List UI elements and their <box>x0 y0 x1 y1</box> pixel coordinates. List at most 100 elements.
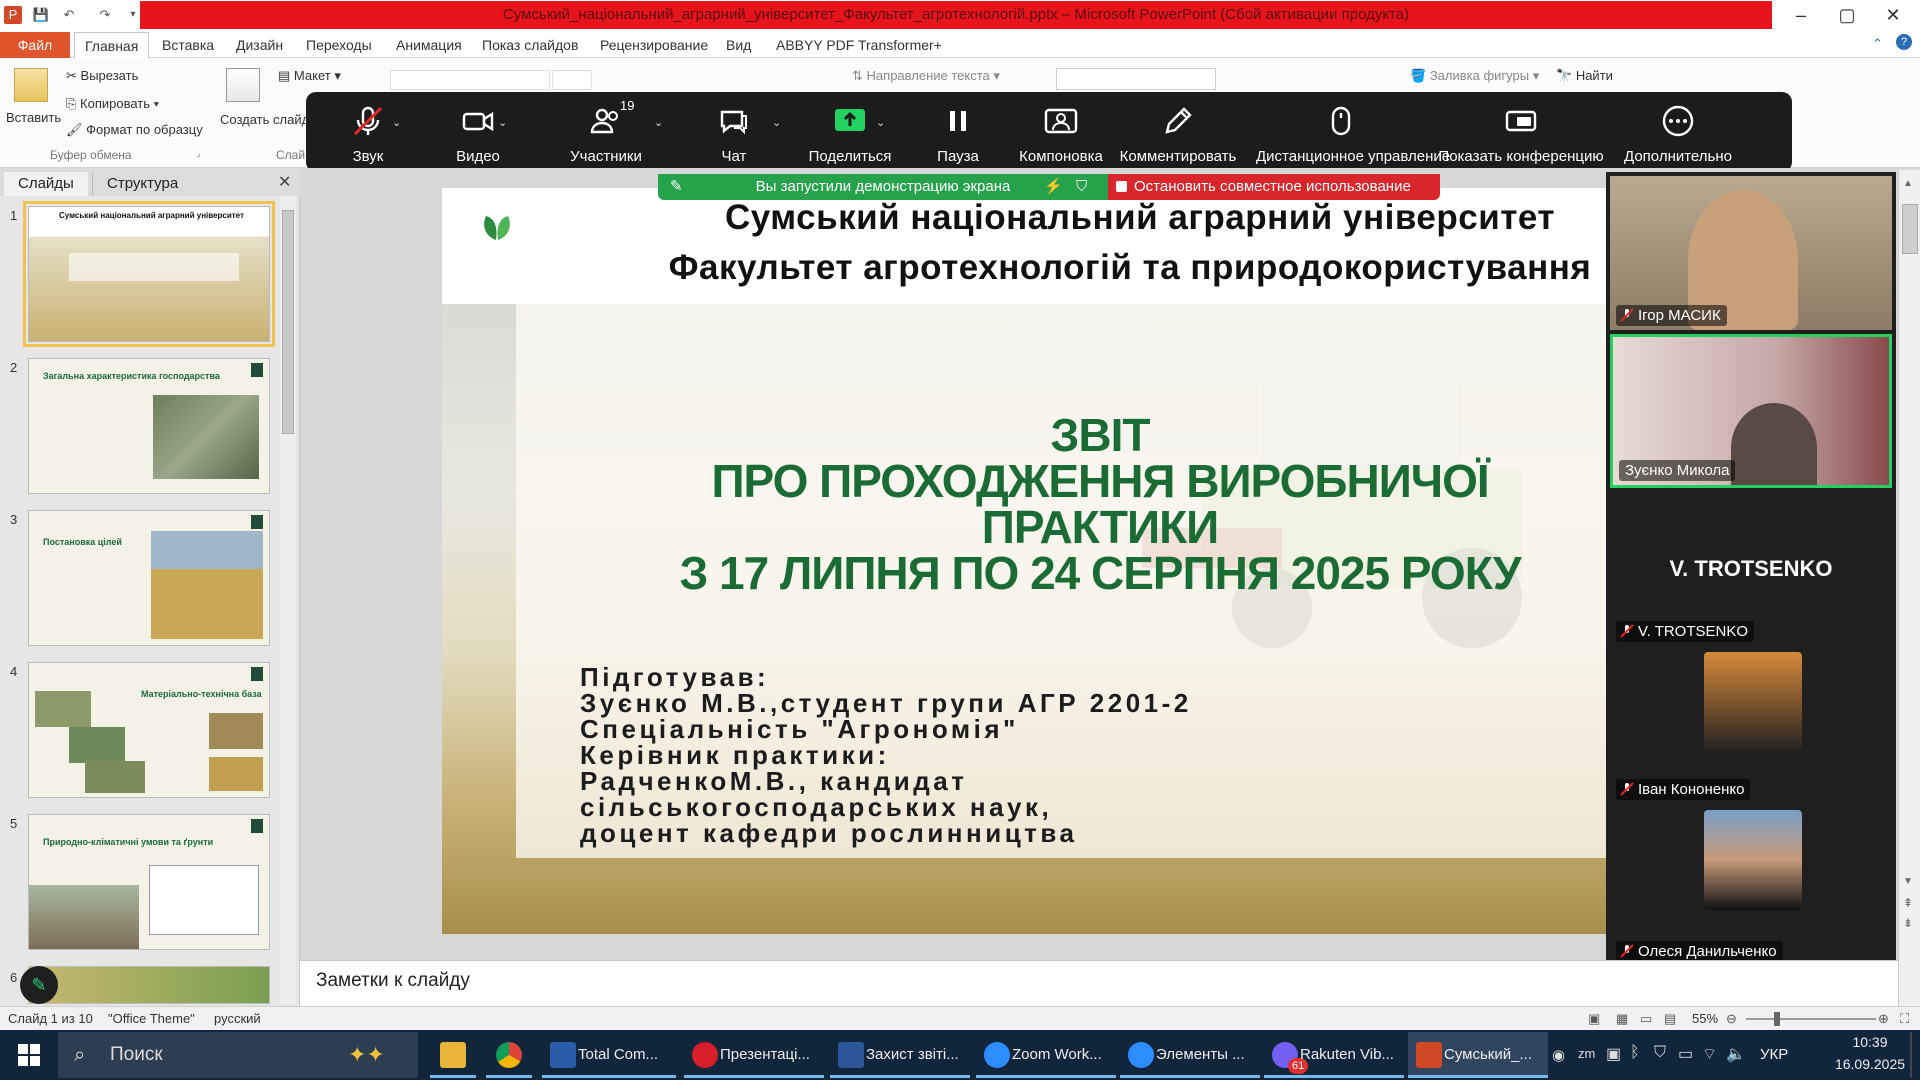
scroll-up-icon[interactable]: ▲ <box>1903 178 1913 189</box>
tab-review[interactable]: Рецензирование <box>590 32 718 58</box>
tab-abbyy[interactable]: ABBYY PDF Transformer+ <box>766 32 952 58</box>
show-desktop-button[interactable] <box>1910 1032 1912 1078</box>
participants-options-chevron-icon[interactable]: ⌄ <box>654 116 664 129</box>
tab-slideshow[interactable]: Показ слайдов <box>472 32 588 58</box>
taskbar-app[interactable]: Zoom Work... <box>976 1032 1116 1078</box>
undo-icon[interactable]: ↶ <box>60 6 78 24</box>
new-slide-button[interactable]: Создать слайд <box>220 112 309 128</box>
slide-canvas[interactable]: Сумський національний аграрний університ… <box>442 188 1608 934</box>
tab-file[interactable]: Файл <box>0 32 70 58</box>
tab-transitions[interactable]: Переходы <box>296 32 382 58</box>
display-tray-icon[interactable]: ▣ <box>1606 1044 1621 1064</box>
share-screen-button[interactable]: Поделиться <box>798 92 902 172</box>
network-icon[interactable]: ⌔ <box>1702 1044 1717 1064</box>
normal-view-icon[interactable]: ▣ <box>1588 1011 1600 1027</box>
bluetooth-icon[interactable]: ᛒ <box>1630 1044 1640 1062</box>
annotate-button[interactable]: Комментировать <box>1118 92 1238 172</box>
audio-button[interactable]: Звук <box>326 92 410 172</box>
share-options-chevron-icon[interactable]: ⌄ <box>876 116 886 129</box>
help-icon[interactable]: ? <box>1896 34 1912 50</box>
tab-slides[interactable]: Слайды <box>4 172 88 196</box>
close-button[interactable]: ✕ <box>1870 0 1916 30</box>
tab-animation[interactable]: Анимация <box>386 32 472 58</box>
editor-scrollbar[interactable]: ▲ ▼ ⇞ ⇟ <box>1898 170 1920 1006</box>
slides-pane-scroll-thumb[interactable] <box>282 210 294 434</box>
chat-button[interactable]: Чат <box>692 92 776 172</box>
remote-control-button[interactable]: Дистанционное управление <box>1256 92 1450 172</box>
slide-sorter-icon[interactable]: ▦ <box>1616 1011 1628 1027</box>
editor-scroll-thumb[interactable] <box>1902 204 1918 254</box>
taskbar-app[interactable]: Захист звіті... <box>830 1032 970 1078</box>
reading-view-icon[interactable]: ▭ <box>1640 1011 1652 1027</box>
shapes-gallery[interactable] <box>1056 68 1216 90</box>
cut-button[interactable]: ✂ Вырезать <box>66 68 138 84</box>
taskbar-app-active[interactable]: Сумський_... <box>1408 1032 1548 1078</box>
volume-icon[interactable]: 🔈 <box>1726 1044 1746 1064</box>
taskbar-app[interactable]: Элементы ... <box>1120 1032 1260 1078</box>
video-options-chevron-icon[interactable]: ⌄ <box>498 116 508 129</box>
close-pane-icon[interactable]: ✕ <box>278 172 291 192</box>
find-button[interactable]: 🔭 Найти <box>1556 68 1613 84</box>
participant-tile-active[interactable]: Зуєнко Микола <box>1610 334 1892 488</box>
screen-share-status-banner[interactable]: ✎ Вы запустили демонстрацию экрана ⚡ ⛉ <box>658 174 1108 200</box>
previous-slide-icon[interactable]: ⇞ <box>1903 896 1913 910</box>
collapse-ribbon-icon[interactable]: ⌃ <box>1872 36 1883 52</box>
shape-fill-button[interactable]: 🪣 Заливка фигуры ▾ <box>1410 68 1539 84</box>
text-direction-button[interactable]: ⇅ Направление текста ▾ <box>852 68 1000 84</box>
security-icon[interactable]: ⛉ <box>1654 1044 1666 1062</box>
slide-thumbnail-6[interactable] <box>28 966 270 1004</box>
slide-notes[interactable]: Заметки к слайду <box>300 960 1898 1006</box>
clock-date[interactable]: 16.09.2025 <box>1830 1056 1910 1072</box>
zoom-annotate-pen-icon[interactable]: ✎ <box>20 966 58 1004</box>
tab-outline[interactable]: Структура <box>92 172 192 196</box>
format-painter-button[interactable]: 🖌 Формат по образцу <box>66 122 203 138</box>
zoom-tray-icon[interactable]: zm <box>1578 1046 1595 1061</box>
taskbar-file-explorer[interactable] <box>430 1032 476 1078</box>
chat-options-chevron-icon[interactable]: ⌄ <box>772 116 782 129</box>
participant-tile[interactable]: Олеся Данильченко <box>1610 808 1892 966</box>
zoom-slider-thumb[interactable] <box>1774 1012 1780 1026</box>
maximize-button[interactable]: ▢ <box>1824 0 1870 30</box>
slideshow-icon[interactable]: ▤ <box>1664 1011 1676 1027</box>
more-button[interactable]: Дополнительно <box>1616 92 1740 172</box>
tab-view[interactable]: Вид <box>716 32 761 58</box>
layout-button[interactable]: ▤ Макет ▾ <box>278 68 341 84</box>
new-slide-icon[interactable] <box>226 68 260 102</box>
zoom-slider[interactable] <box>1746 1018 1876 1020</box>
pause-share-button[interactable]: Пауза <box>916 92 1000 172</box>
taskbar-app[interactable]: 61 Rakuten Vib... <box>1264 1032 1404 1078</box>
input-language[interactable]: УКР <box>1760 1046 1788 1063</box>
audio-options-chevron-icon[interactable]: ⌄ <box>392 116 402 129</box>
font-size-box[interactable] <box>552 70 592 90</box>
stop-share-button[interactable]: Остановить совместное использование <box>1108 174 1440 200</box>
redo-icon[interactable]: ↷ <box>96 6 114 24</box>
taskbar-chrome[interactable] <box>486 1032 532 1078</box>
zoom-out-icon[interactable]: ⊖ <box>1726 1011 1737 1027</box>
zoom-in-icon[interactable]: ⊕ <box>1878 1011 1889 1027</box>
minimize-button[interactable]: – <box>1778 0 1824 30</box>
zoom-percent[interactable]: 55% <box>1692 1011 1718 1026</box>
layout-button-zoom[interactable]: Компоновка <box>1006 92 1116 172</box>
taskbar-app[interactable]: Презентаці... <box>684 1032 824 1078</box>
tab-insert[interactable]: Вставка <box>152 32 224 58</box>
paste-button[interactable]: Вставить <box>6 110 61 125</box>
participant-tile[interactable]: V. TROTSENKO V. TROTSENKO <box>1610 492 1892 646</box>
slide-thumbnail-3[interactable]: Постановка цілей <box>28 510 270 646</box>
clipboard-launcher-icon[interactable]: ⌟ <box>196 148 201 159</box>
slide-thumbnail-2[interactable]: Загальна характеристика господарства <box>28 358 270 494</box>
slide-thumbnail-4[interactable]: Матеріально-технічна база <box>28 662 270 798</box>
windows-start-icon[interactable] <box>18 1044 40 1066</box>
tab-home[interactable]: Главная <box>74 32 150 58</box>
language-indicator[interactable]: русский <box>214 1011 261 1026</box>
next-slide-icon[interactable]: ⇟ <box>1903 916 1913 930</box>
fit-slide-icon[interactable]: ⛶ <box>1900 1011 1909 1027</box>
slide-thumbnail-1[interactable]: Сумський національний аграрний університ… <box>23 201 275 347</box>
scroll-down-icon[interactable]: ▼ <box>1903 876 1913 887</box>
save-icon[interactable]: 💾 <box>32 6 50 24</box>
clock-time[interactable]: 10:39 <box>1830 1034 1910 1050</box>
participants-button[interactable]: 19 Участники <box>546 92 666 172</box>
copy-button[interactable]: ⎘ Копировать ▾ <box>66 96 159 112</box>
show-meeting-button[interactable]: Показать конференцию <box>1438 92 1604 172</box>
battery-icon[interactable]: ▭ <box>1678 1044 1693 1064</box>
participant-tile[interactable]: Іван Кононенко <box>1610 650 1892 804</box>
